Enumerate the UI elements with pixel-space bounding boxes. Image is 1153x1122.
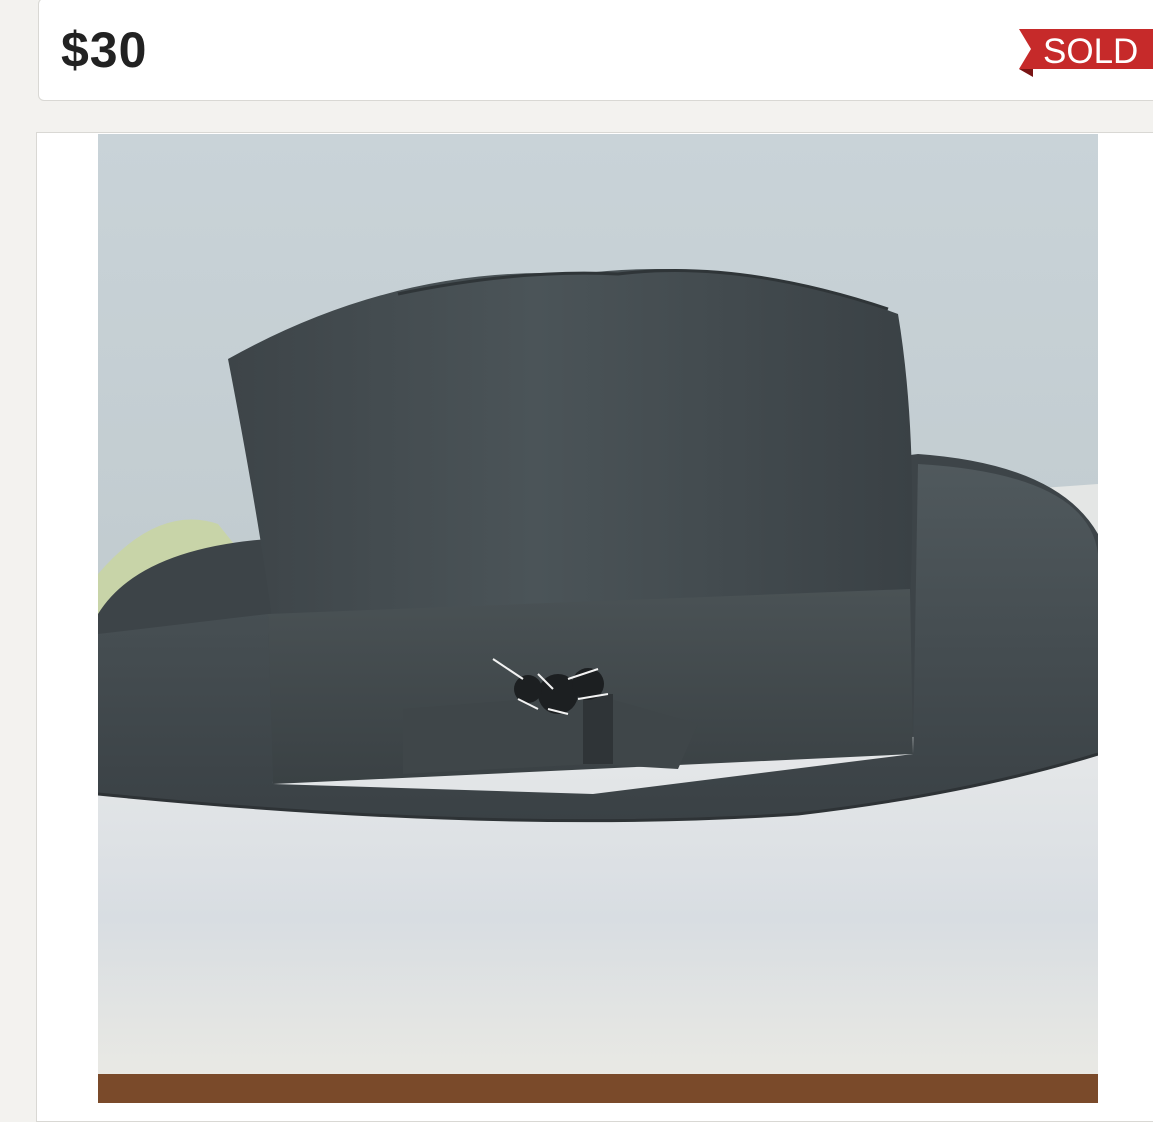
price-card: $30 SOLD <box>38 0 1153 101</box>
listing-photo[interactable] <box>98 134 1098 1103</box>
listing-price: $30 <box>61 22 148 78</box>
sold-label: SOLD <box>1043 32 1139 71</box>
sold-badge: SOLD <box>1019 29 1153 77</box>
